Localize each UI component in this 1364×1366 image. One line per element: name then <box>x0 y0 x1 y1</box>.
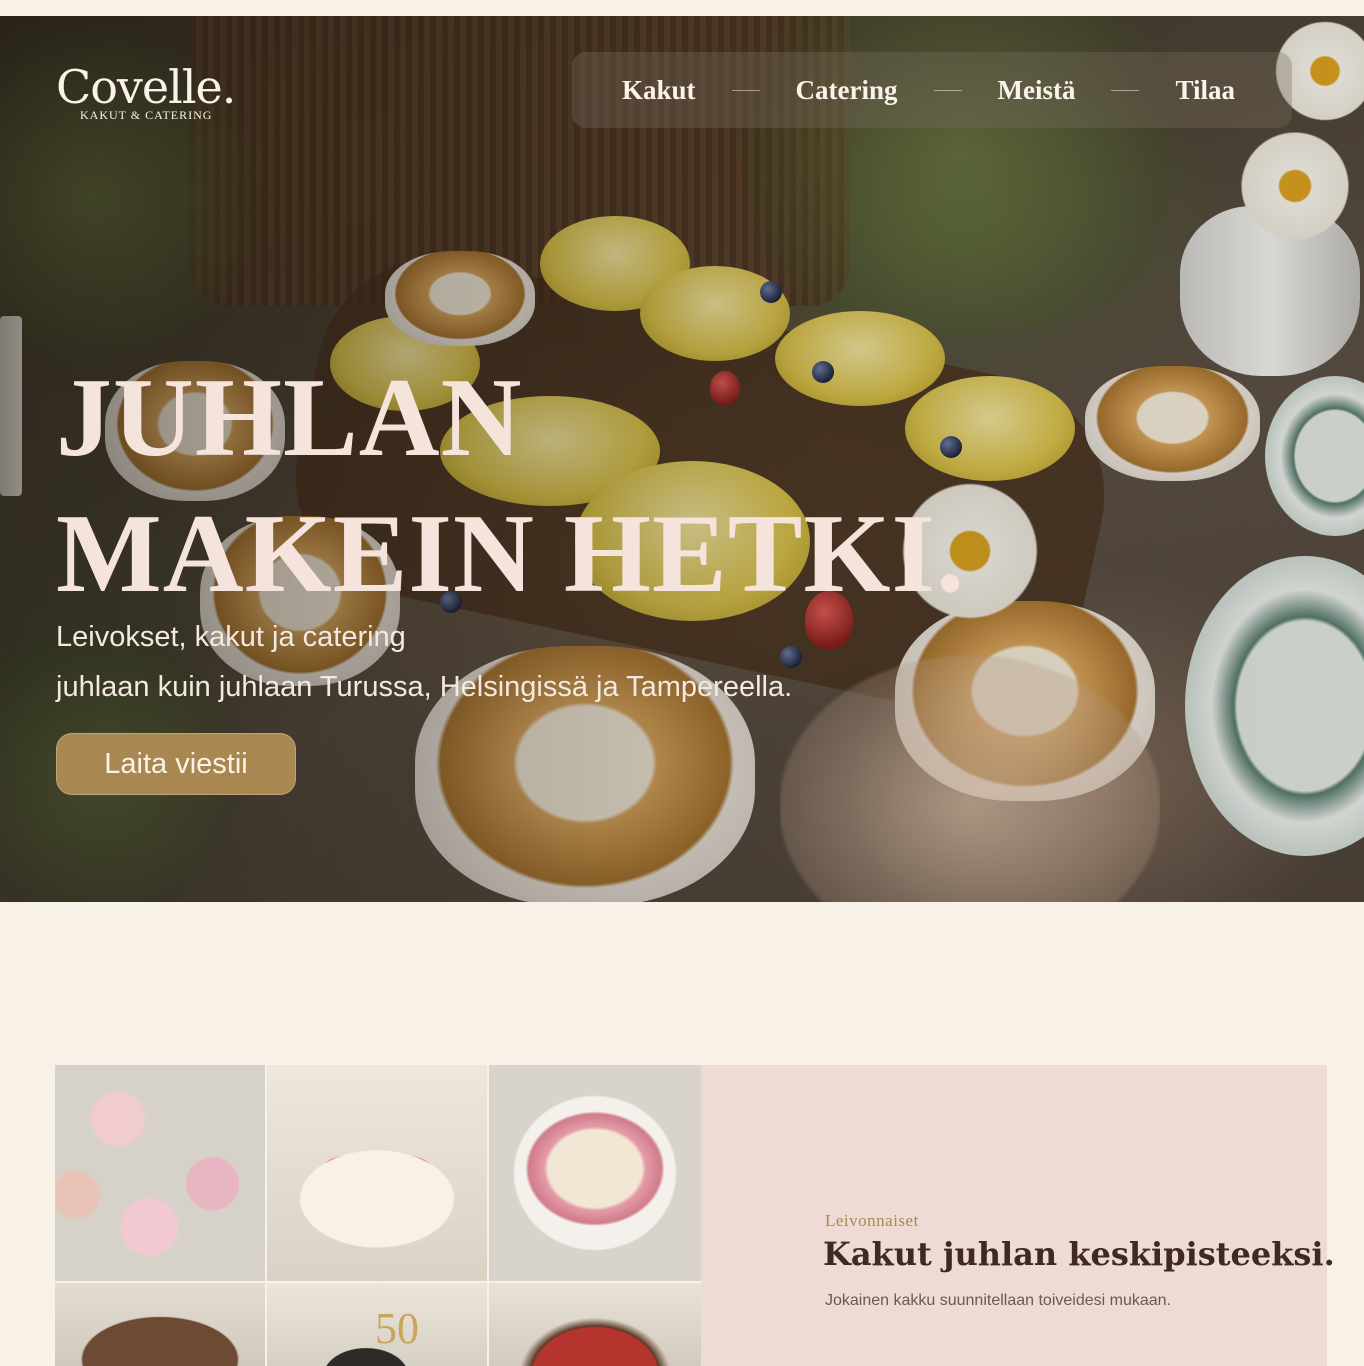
brand-name: Covelle. <box>56 60 236 114</box>
gallery-image-anniversary-cake[interactable]: 50 <box>267 1283 487 1366</box>
main-nav: Kakut Catering Meistä Tilaa <box>572 52 1292 128</box>
hero-title: JUHLAN MAKEIN HETKI. <box>56 350 965 622</box>
gallery-image-berry-cake[interactable] <box>489 1283 701 1366</box>
nav-item-catering[interactable]: Catering <box>796 75 898 106</box>
hero-subtitle-line: juhlaan kuin juhlaan Turussa, Helsingiss… <box>56 671 793 703</box>
cakes-info-panel: Leivonnaiset Kakut juhlan keskipisteeksi… <box>701 1065 1335 1366</box>
brand-tagline: KAKUT & CATERING <box>80 108 213 122</box>
hero-subtitle-line: Leivokset, kakut ja catering <box>56 621 406 653</box>
hero-title-line: MAKEIN HETKI. <box>56 492 966 616</box>
contact-button[interactable]: Laita viestii <box>56 733 296 795</box>
hero-subtitle: Leivokset, kakut ja catering juhlaan kui… <box>56 612 936 712</box>
nav-item-tilaa[interactable]: Tilaa <box>1175 75 1235 106</box>
brand-logo[interactable]: Covelle. KAKUT & CATERING <box>56 60 236 123</box>
nav-item-meista[interactable]: Meistä <box>998 75 1076 106</box>
gallery-image-heart-cake[interactable] <box>489 1065 701 1281</box>
section-title: Kakut juhlan keskipisteeksi. <box>823 1235 1335 1273</box>
gallery-image-strawberry-cake[interactable] <box>267 1065 487 1281</box>
nav-divider <box>731 89 760 91</box>
nav-divider <box>933 89 962 91</box>
hero-title-line: JUHLAN <box>56 356 523 480</box>
section-text: Jokainen kakku suunnitellaan toiveidesi … <box>825 1292 1171 1309</box>
section-eyebrow: Leivonnaiset <box>825 1211 919 1230</box>
cake-topper-number: 50 <box>375 1304 419 1353</box>
gallery-image-cupcakes[interactable] <box>55 1065 265 1281</box>
nav-divider <box>1111 89 1140 91</box>
gallery-image-chocolate-cake[interactable] <box>55 1283 265 1366</box>
cake-gallery: 50 <box>55 1065 701 1366</box>
nav-item-kakut[interactable]: Kakut <box>622 75 696 106</box>
